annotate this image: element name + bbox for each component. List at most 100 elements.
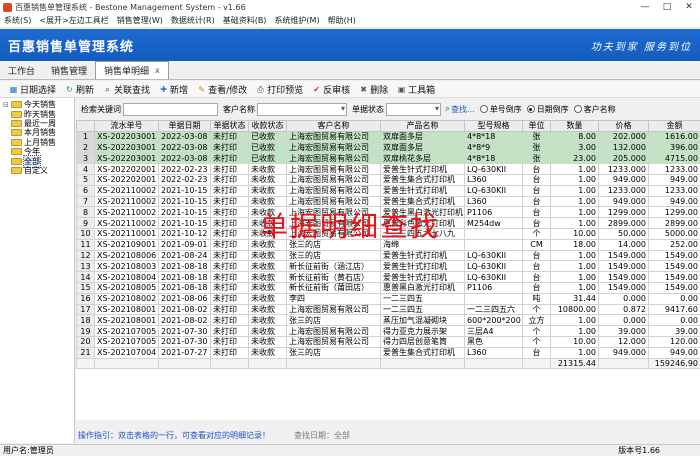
menu-system[interactable]: 系统(S) [0,15,35,26]
table-cell [158,357,211,370]
column-header[interactable]: 单据状态 [210,120,249,132]
table-cell: 未收款 [248,314,287,327]
column-header[interactable]: 单位 [522,120,551,132]
table-cell: 8.00 [550,130,599,143]
tab-sales-detail[interactable]: 销售单明细 x [95,61,169,79]
table-cell: 双扉面多层 [380,130,465,143]
column-header[interactable]: 产品名称 [380,120,465,132]
sort-radio[interactable]: 日期倒序 [526,104,569,115]
table-cell: 未打印 [210,260,249,273]
table-cell: 1549.000 [598,260,649,273]
table-row[interactable]: 14 XS-202108004 2021-08-18 未打印 未收款 新长征前街（黄石店）… [76,271,700,283]
status-select[interactable] [386,102,441,116]
radio-button[interactable] [479,105,488,113]
table-cell: 上海宏图贸易有限公司 [286,335,381,348]
menu-expand-toolbar[interactable]: <展开>左边工具栏 [35,15,112,26]
customer-label: 客户名称 [223,104,255,114]
search-icon: ⌕ [445,104,451,114]
table-row[interactable]: 16 XS-202108002 2021-08-06 未打印 未收款 李四 一二三四五 吨 31… [76,292,700,305]
table-cell: 120.00 [648,335,700,348]
table-row[interactable]: 13 XS-202108003 2021-08-18 未打印 未收款 新长征前街（涵江店）… [76,260,700,273]
table-row[interactable]: 8 XS-202110002 2021-10-15 未打印 未收款 上海宏图贸易有限公司爱… [76,206,700,219]
table-row[interactable]: 6 XS-202110002 2021-10-15 未打印 未收款 上海宏图贸易有限公司爱… [76,184,700,197]
maximize-icon[interactable]: □ [656,2,678,12]
radio-button[interactable] [573,105,582,113]
table-cell: 1.00 [550,271,599,283]
table-row[interactable]: 3 XS-202203001 2022-03-08 未打印 已收款 上海宏图贸易有限公司双… [76,152,700,165]
column-header[interactable]: 收款状态 [248,120,287,132]
table-row[interactable]: 19 XS-202107005 2021-07-30 未打印 未收款 上海宏图贸易有限公司… [76,325,700,337]
tab-sales-management[interactable]: 销售管理 [43,62,95,79]
table-cell: 1549.00 [648,260,700,273]
menu-statistics[interactable]: 数据统计(R) [167,15,219,26]
table-cell: 未打印 [210,141,249,154]
table-cell: L360 [464,195,523,208]
column-header[interactable]: 价格 [598,120,649,132]
sort-radio[interactable]: 客户名称 [573,104,616,115]
table-row[interactable]: 20 XS-202107005 2021-07-30 未打印 未收款 上海宏图贸易有限公司… [76,335,700,348]
table-cell: XS-202109001 [94,238,159,251]
toolbar-button-search[interactable]: ⌕ 关联查找 [103,83,150,96]
toolbar-button-add[interactable]: ✚ 新增 [159,83,188,96]
column-header[interactable]: 数量 [550,120,599,132]
table-row[interactable]: 5 XS-202202001 2022-02-23 未打印 未收款 上海宏图贸易有限公司爱… [76,173,700,186]
collapse-icon[interactable]: ⊟ [3,101,11,109]
table-row[interactable]: 12 XS-202108006 2021-08-24 未打印 未收款 张三的店 爱普生针式打… [76,249,700,262]
toolbar-button-toolbox[interactable]: ▣ 工具箱 [397,83,435,96]
folder-icon [11,101,22,109]
keyword-input[interactable] [123,102,218,116]
table-row[interactable]: 11 XS-202109001 2021-09-01 未打印 未收款 张三的店 海绵 CM 18… [76,238,700,251]
toolbar-button-refresh[interactable]: ↻ 刷新 [65,83,94,96]
customer-select[interactable] [257,102,347,116]
column-header[interactable] [76,120,95,132]
radio-button[interactable] [526,105,535,113]
close-icon[interactable]: ✕ [678,2,700,12]
table-cell: P1106 [464,206,523,219]
toolbar-button-delete[interactable]: ✖ 删除 [359,83,388,96]
tree-item[interactable]: 自定义 [0,166,74,175]
table-cell [464,357,523,370]
table-cell [94,357,159,370]
table-cell: 1549.000 [598,249,649,262]
column-header[interactable]: 型号规格 [464,120,523,132]
menu-sales[interactable]: 销售管理(W) [113,15,167,26]
toolbar-button-edit[interactable]: ✎ 查看/修改 [197,83,247,96]
table-row[interactable]: 15 XS-202108005 2021-08-18 未打印 未收款 新长征前街（莆田店）… [76,281,700,294]
table-row[interactable]: 21 XS-202107004 2021-07-27 未打印 未收款 张三的店 爱普生集合式… [76,346,700,359]
title-bar: 百惠销售单管理系统 - Bestone Management System - … [0,0,700,14]
column-header[interactable]: 单据日期 [158,120,211,132]
column-header[interactable]: 流水单号 [94,120,159,132]
menu-help[interactable]: 帮助(H) [324,15,360,26]
menu-maintenance[interactable]: 系统维护(M) [270,15,323,26]
table-row[interactable]: 2 XS-202203001 2022-03-08 未打印 已收款 上海宏图贸易有限公司双… [76,141,700,154]
table-cell: 上海宏图贸易有限公司 [286,227,381,240]
table-row[interactable]: 9 XS-202110002 2021-10-15 未打印 未收款 上海宏图贸易有限公司惠… [76,217,700,229]
toolbar-button-unapprove[interactable]: ✔ 反审核 [312,83,350,96]
table-cell: 未打印 [210,292,249,305]
menu-basic-data[interactable]: 基础资料(B) [219,15,271,26]
table-row[interactable]: 17 XS-202108001 2021-08-02 未打印 未收款 上海宏图贸易有限公司… [76,303,700,316]
tab-close-icon[interactable]: x [155,66,160,75]
sort-radio[interactable]: 单号倒序 [479,104,522,115]
table-cell: 惠普黑白激光打印机 [380,281,465,294]
minimize-icon[interactable]: — [634,2,656,12]
table-cell: XS-202108004 [94,271,159,283]
column-header[interactable]: 客户名称 [286,120,381,132]
table-cell: 2021-08-18 [158,281,211,294]
table-cell: 台 [522,173,551,186]
column-header[interactable]: 金额 [648,120,700,132]
table-cell: 1.00 [550,195,599,208]
toolbar-button-calendar[interactable]: ▦ 日期选择 [9,83,56,96]
table-cell: M254dw [464,217,523,229]
table-cell: 17 [76,303,95,316]
table-row[interactable]: 10 XS-202110001 2021-10-12 未打印 未收款 上海宏图贸易有限公司… [76,227,700,240]
toolbar-button-print[interactable]: ⎙ 打印预览 [256,83,303,96]
table-row[interactable]: 18 XS-202108001 2021-08-02 未打印 未收款 张三的店 蒸压加气混凝… [76,314,700,327]
calendar-icon: ▦ [9,84,18,94]
table-cell: L360 [464,173,523,186]
find-button[interactable]: ⌕ 查找... [445,104,475,115]
table-row[interactable]: 7 XS-202110002 2021-10-15 未打印 未收款 上海宏图贸易有限公司爱… [76,195,700,208]
table-row[interactable]: 4 XS-202202001 2022-02-23 未打印 未收款 上海宏图贸易有限公司爱… [76,163,700,175]
table-row[interactable]: 1 XS-202203001 2022-03-08 未打印 已收款 上海宏图贸易有限公司双… [76,130,700,143]
tab-workbench[interactable]: 工作台 [0,62,43,79]
